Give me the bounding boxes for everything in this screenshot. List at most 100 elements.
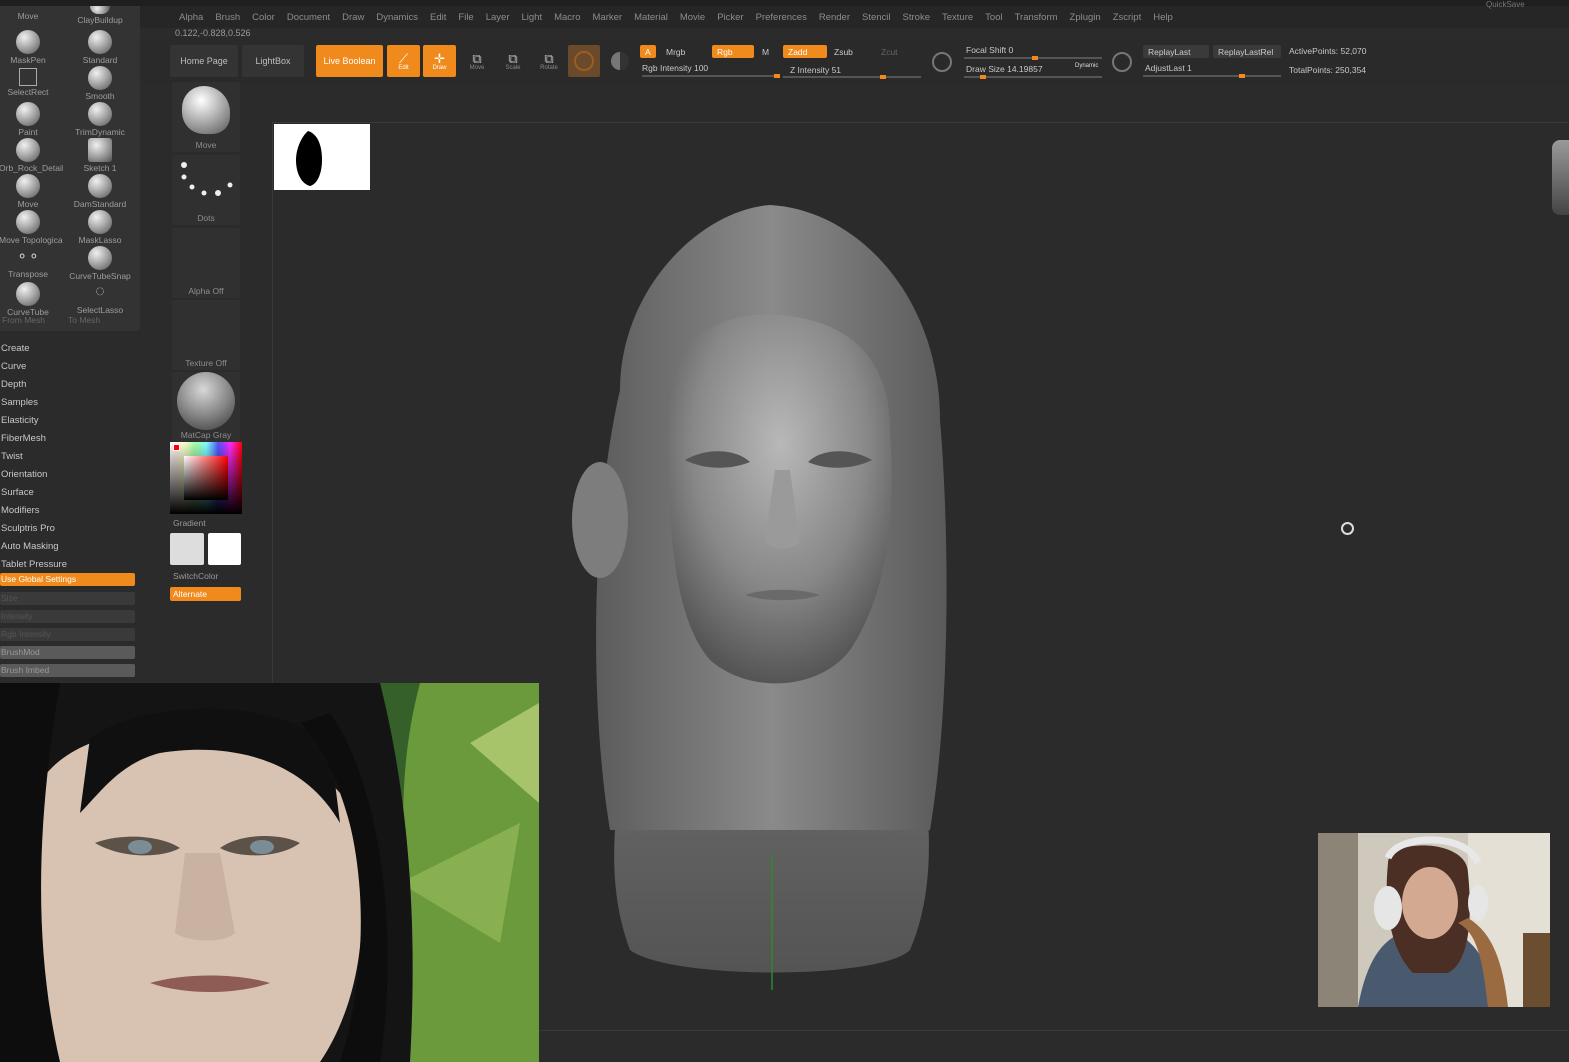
sculpted-head-model[interactable] xyxy=(560,190,980,990)
stroke-tile[interactable]: Dots xyxy=(172,155,240,225)
saturation-square[interactable] xyxy=(184,456,228,500)
menu-macro[interactable]: Macro xyxy=(548,12,586,23)
secondary-color-swatch[interactable] xyxy=(208,533,241,565)
brush-orb-rock-detail[interactable]: Orb_Rock_Detail xyxy=(0,136,63,173)
menu-curve[interactable]: Curve xyxy=(0,358,140,376)
brush-selectrect[interactable]: SelectRect xyxy=(0,64,63,100)
menu-help[interactable]: Help xyxy=(1147,12,1179,23)
replay-last-rel-button[interactable]: ReplayLastRel xyxy=(1213,45,1281,58)
to-mesh-button[interactable]: To Mesh xyxy=(68,315,100,325)
menu-modifiers[interactable]: Modifiers xyxy=(0,502,140,520)
draw-size-slider[interactable] xyxy=(964,75,1102,79)
adjust-last-slider[interactable] xyxy=(1143,74,1281,78)
menu-zplugin[interactable]: Zplugin xyxy=(1064,12,1107,23)
menu-edit[interactable]: Edit xyxy=(424,12,452,23)
scale-button[interactable]: ⧉ Scale xyxy=(497,45,529,77)
lightbox-button[interactable]: LightBox xyxy=(242,45,304,77)
menu-material[interactable]: Material xyxy=(628,12,674,23)
menu-movie[interactable]: Movie xyxy=(674,12,711,23)
brush-paint[interactable]: Paint xyxy=(0,100,63,137)
move-button[interactable]: ⧉ Move xyxy=(461,45,493,77)
menu-samples[interactable]: Samples xyxy=(0,394,140,412)
navigator-thumbnail[interactable] xyxy=(274,124,370,190)
brush-smooth[interactable]: Smooth xyxy=(65,64,135,101)
from-mesh-button[interactable]: From Mesh xyxy=(2,315,45,325)
zcut-toggle[interactable]: Zcut xyxy=(881,47,898,57)
brush-maskpen[interactable]: MaskPen xyxy=(0,28,63,65)
menu-layer[interactable]: Layer xyxy=(480,12,516,23)
rgb-toggle[interactable]: Rgb xyxy=(712,45,754,58)
brush-masklasso[interactable]: MaskLasso xyxy=(65,208,135,245)
zsub-toggle[interactable]: Zsub xyxy=(834,47,853,57)
quicksave-button[interactable]: QuickSave xyxy=(1486,0,1525,9)
menu-document[interactable]: Document xyxy=(281,12,336,23)
brush-curvetubesnap[interactable]: CurveTubeSnap xyxy=(65,244,135,281)
menu-marker[interactable]: Marker xyxy=(587,12,629,23)
primary-color-swatch[interactable] xyxy=(170,533,204,565)
brush-move-topological[interactable]: Move Topological xyxy=(0,208,63,245)
menu-orientation[interactable]: Orientation xyxy=(0,466,140,484)
menu-tool[interactable]: Tool xyxy=(979,12,1008,23)
menu-brush[interactable]: Brush xyxy=(209,12,246,23)
brush-curvetube[interactable]: CurveTube xyxy=(0,280,63,317)
size-slider[interactable]: Size xyxy=(0,592,135,605)
menu-color[interactable]: Color xyxy=(246,12,281,23)
edit-button[interactable]: ⟋ Edit xyxy=(387,45,420,77)
d-circle-icon[interactable] xyxy=(1112,52,1132,72)
texture-tile[interactable]: Texture Off xyxy=(172,300,240,370)
menu-twist[interactable]: Twist xyxy=(0,448,140,466)
brush-transpose[interactable]: ⚬⚬ Transpose xyxy=(0,244,63,280)
menu-alpha[interactable]: Alpha xyxy=(173,12,209,23)
rotate-button[interactable]: ⧉ Rotate xyxy=(533,45,565,77)
rgb-intensity-slider[interactable] xyxy=(642,74,780,78)
current-brush-tile[interactable]: Move xyxy=(172,82,240,152)
material-tile[interactable]: MatCap Gray xyxy=(172,372,240,442)
menu-preferences[interactable]: Preferences xyxy=(750,12,813,23)
replay-last-button[interactable]: ReplayLast xyxy=(1143,45,1209,58)
m-toggle[interactable]: M xyxy=(762,47,769,57)
material-swatch[interactable] xyxy=(568,45,600,77)
intensity-slider[interactable]: Intensity xyxy=(0,610,135,623)
view-gizmo-head[interactable] xyxy=(1552,140,1569,215)
z-intensity-slider[interactable] xyxy=(783,75,921,79)
brushmod-slider[interactable]: BrushMod xyxy=(0,646,135,659)
alternate-button[interactable]: Alternate xyxy=(170,587,241,601)
menu-render[interactable]: Render xyxy=(813,12,856,23)
home-page-button[interactable]: Home Page xyxy=(170,45,238,77)
focal-shift-slider[interactable] xyxy=(964,56,1102,60)
menu-light[interactable]: Light xyxy=(515,12,548,23)
menu-surface[interactable]: Surface xyxy=(0,484,140,502)
brush-damstandard[interactable]: DamStandard xyxy=(65,172,135,209)
menu-stroke[interactable]: Stroke xyxy=(897,12,936,23)
menu-elasticity[interactable]: Elasticity xyxy=(0,412,140,430)
mrgb-toggle[interactable]: Mrgb xyxy=(666,47,685,57)
brush-imbed-slider[interactable]: Brush Imbed xyxy=(0,664,135,677)
menu-auto-masking[interactable]: Auto Masking xyxy=(0,538,140,556)
menu-stencil[interactable]: Stencil xyxy=(856,12,897,23)
tablet-rgb-intensity-slider[interactable]: Rgb Intensity xyxy=(0,628,135,641)
menu-file[interactable]: File xyxy=(452,12,479,23)
menu-texture[interactable]: Texture xyxy=(936,12,979,23)
color-swatch[interactable] xyxy=(606,45,634,77)
menu-fibermesh[interactable]: FiberMesh xyxy=(0,430,140,448)
brush-trimdynamic[interactable]: TrimDynamic xyxy=(65,100,135,137)
menu-sculptris-pro[interactable]: Sculptris Pro xyxy=(0,520,140,538)
a-toggle[interactable]: A xyxy=(640,45,656,58)
menu-transform[interactable]: Transform xyxy=(1009,12,1064,23)
live-boolean-button[interactable]: Live Boolean xyxy=(316,45,383,77)
menu-tablet-pressure[interactable]: Tablet Pressure xyxy=(0,556,140,574)
menu-draw[interactable]: Draw xyxy=(336,12,370,23)
menu-picker[interactable]: Picker xyxy=(711,12,749,23)
brush-move-2[interactable]: Move xyxy=(0,172,63,209)
brush-selectlasso[interactable]: ◌ SelectLasso xyxy=(65,280,135,316)
dynamic-toggle[interactable]: Dynamic xyxy=(1075,63,1098,69)
alpha-tile[interactable]: Alpha Off xyxy=(172,228,240,298)
color-picker[interactable] xyxy=(170,442,242,514)
zadd-toggle[interactable]: Zadd xyxy=(783,45,827,58)
brush-standard[interactable]: Standard xyxy=(65,28,135,65)
brush-sketch1[interactable]: Sketch 1 xyxy=(65,136,135,173)
draw-button[interactable]: ✛ Draw xyxy=(423,45,456,77)
menu-dynamics[interactable]: Dynamics xyxy=(370,12,424,23)
use-global-settings-button[interactable]: Use Global Settings xyxy=(0,573,135,586)
menu-zscript[interactable]: Zscript xyxy=(1107,12,1148,23)
